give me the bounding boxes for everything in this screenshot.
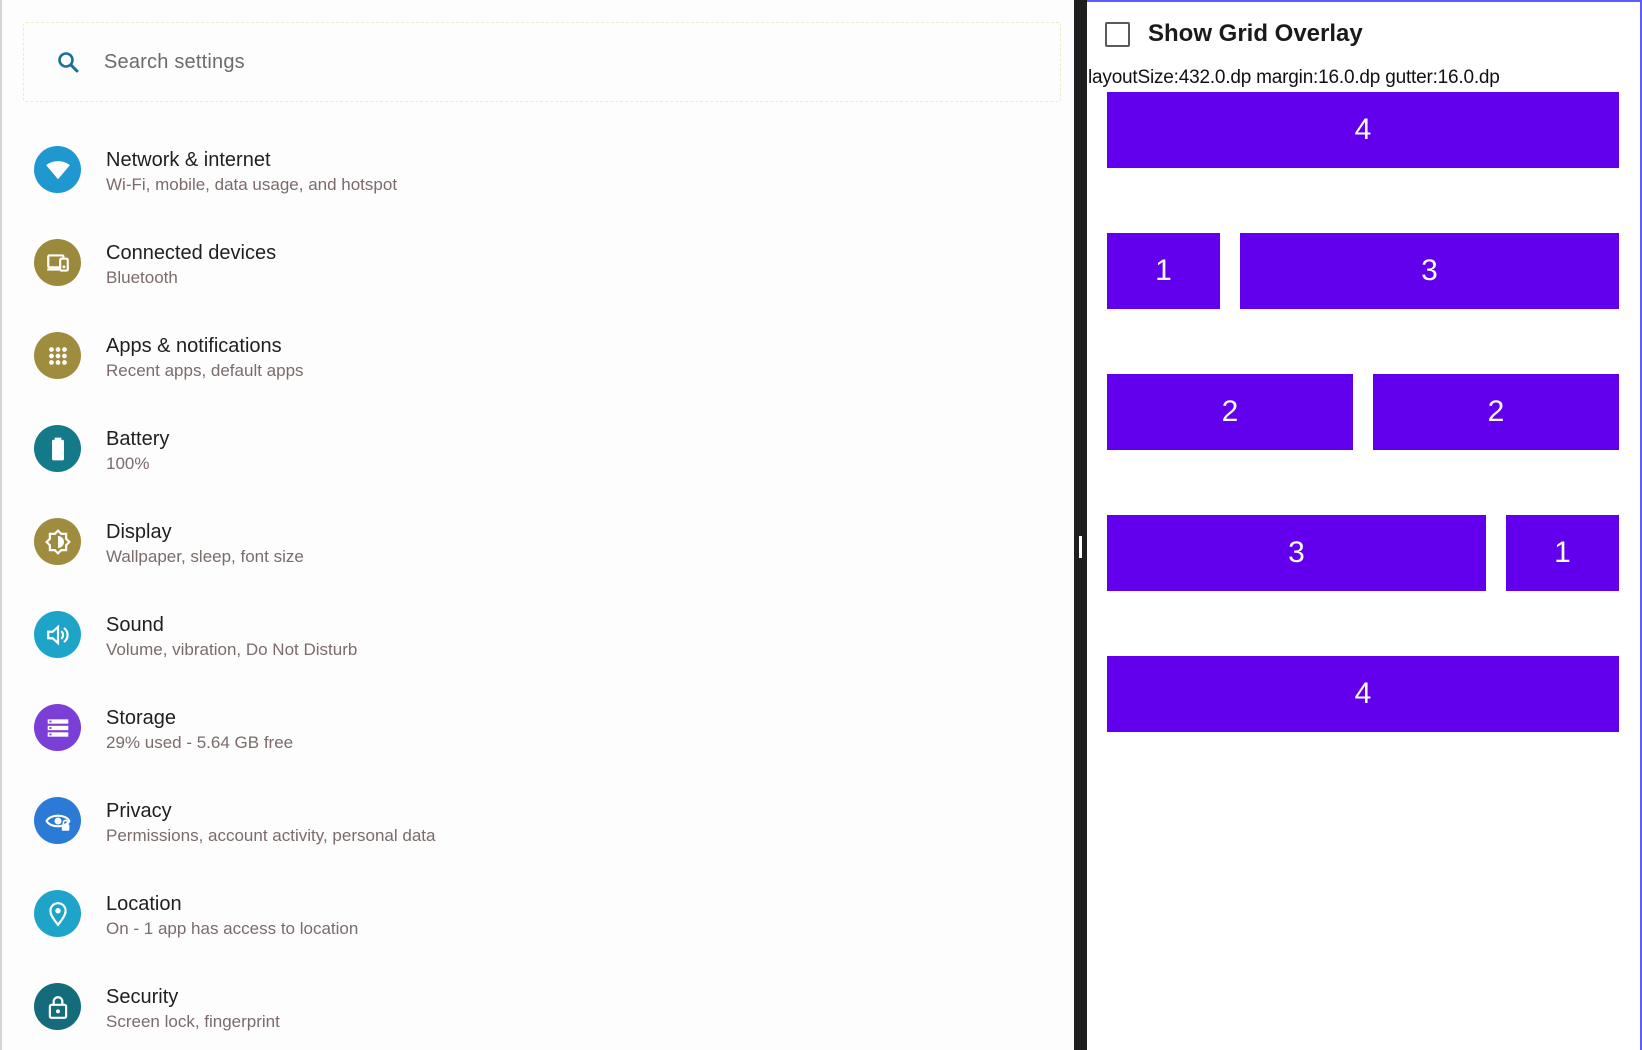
grid-row: 2 2: [1107, 374, 1619, 450]
settings-item-connected-devices[interactable]: Connected devices Bluetooth: [2, 217, 1076, 310]
item-title: Display: [106, 521, 172, 543]
brightness-icon: [34, 518, 81, 565]
item-title: Privacy: [106, 800, 172, 822]
search-input[interactable]: Search settings: [104, 51, 245, 74]
grid-block: 4: [1107, 92, 1619, 168]
grid-row: 1 3: [1107, 233, 1619, 309]
search-bar[interactable]: Search settings: [23, 22, 1061, 102]
settings-item-privacy[interactable]: Privacy Permissions, account activity, p…: [2, 775, 1076, 868]
item-subtitle: Recent apps, default apps: [106, 361, 304, 380]
grid-block: 4: [1107, 656, 1619, 732]
item-subtitle: Screen lock, fingerprint: [106, 1012, 280, 1031]
item-title: Security: [106, 986, 179, 1008]
lock-icon: [34, 983, 81, 1030]
grid-row: 3 1: [1107, 515, 1619, 591]
grid-overlay-label: Show Grid Overlay: [1148, 20, 1363, 47]
divider-drag-handle[interactable]: [1079, 536, 1082, 558]
grid-row: 4: [1107, 656, 1619, 732]
grid-block: 2: [1107, 374, 1353, 450]
grid-block: 3: [1107, 515, 1486, 591]
grid-block: 2: [1373, 374, 1619, 450]
grid-demo-pane: Show Grid Overlay layoutSize:432.0.dp ma…: [1087, 0, 1642, 1050]
item-subtitle: Wi-Fi, mobile, data usage, and hotspot: [106, 175, 398, 194]
settings-pane: Search settings Network & internet Wi-Fi…: [0, 0, 1074, 1050]
item-title: Connected devices: [106, 242, 277, 264]
storage-icon: [34, 704, 81, 751]
settings-item-security[interactable]: Security Screen lock, fingerprint: [2, 961, 1076, 1050]
item-subtitle: 29% used - 5.64 GB free: [106, 733, 294, 752]
item-title: Location: [106, 893, 182, 915]
privacy-eye-icon: [34, 797, 81, 844]
grid-row: 4: [1107, 92, 1619, 168]
item-subtitle: On - 1 app has access to location: [106, 919, 359, 938]
settings-item-network[interactable]: Network & internet Wi-Fi, mobile, data u…: [2, 124, 1076, 217]
item-subtitle: Permissions, account activity, personal …: [106, 826, 436, 845]
item-title: Battery: [106, 428, 170, 450]
item-title: Sound: [106, 614, 164, 636]
layout-info-text: layoutSize:432.0.dp margin:16.0.dp gutte…: [1088, 67, 1500, 88]
settings-item-sound[interactable]: Sound Volume, vibration, Do Not Disturb: [2, 589, 1076, 682]
pane-divider[interactable]: [1074, 0, 1087, 1050]
settings-item-battery[interactable]: Battery 100%: [2, 403, 1076, 496]
settings-item-location[interactable]: Location On - 1 app has access to locati…: [2, 868, 1076, 961]
item-subtitle: Wallpaper, sleep, font size: [106, 547, 304, 566]
settings-item-display[interactable]: Display Wallpaper, sleep, font size: [2, 496, 1076, 589]
grid-block: 1: [1506, 515, 1619, 591]
settings-item-apps[interactable]: Apps & notifications Recent apps, defaul…: [2, 310, 1076, 403]
item-subtitle: Volume, vibration, Do Not Disturb: [106, 640, 358, 659]
item-title: Apps & notifications: [106, 335, 282, 357]
search-icon: [54, 48, 82, 76]
settings-item-storage[interactable]: Storage 29% used - 5.64 GB free: [2, 682, 1076, 775]
apps-icon: [34, 332, 81, 379]
location-icon: [34, 890, 81, 937]
battery-icon: [34, 425, 81, 472]
item-subtitle: Bluetooth: [106, 268, 178, 287]
item-subtitle: 100%: [106, 454, 150, 473]
settings-list: Network & internet Wi-Fi, mobile, data u…: [2, 124, 1076, 1050]
item-title: Network & internet: [106, 149, 271, 171]
grid-overlay-checkbox[interactable]: [1105, 21, 1130, 47]
grid-block: 3: [1240, 233, 1619, 309]
devices-icon: [34, 239, 81, 286]
grid-block: 1: [1107, 233, 1220, 309]
grid-overlay-toggle[interactable]: Show Grid Overlay: [1105, 18, 1363, 50]
wifi-icon: [34, 146, 81, 193]
item-title: Storage: [106, 707, 177, 729]
volume-icon: [34, 611, 81, 658]
